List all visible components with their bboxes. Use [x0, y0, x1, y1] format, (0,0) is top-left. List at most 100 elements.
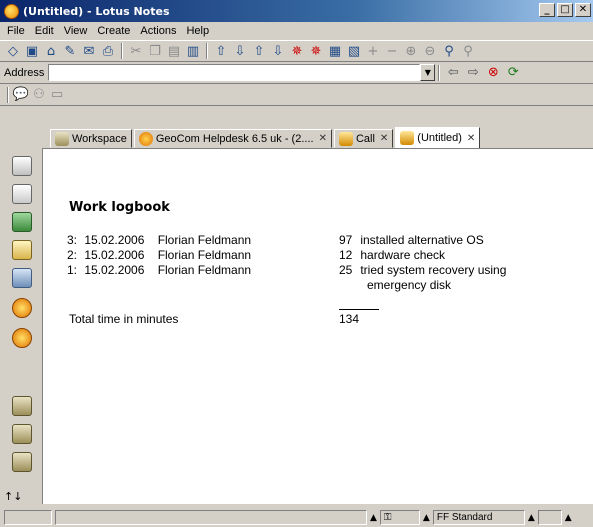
prev-unread-icon[interactable]: ✵	[307, 42, 325, 60]
tab-workspace[interactable]: Workspace	[50, 129, 132, 148]
discussion-icon[interactable]: 💬	[12, 86, 30, 104]
call-icon	[338, 131, 353, 146]
save-icon[interactable]: ▣	[23, 42, 41, 60]
cut-icon[interactable]: ✂	[127, 42, 145, 60]
status-message	[55, 510, 367, 525]
preview-icon[interactable]: ▧	[345, 42, 363, 60]
close-button[interactable]: ✕	[575, 3, 591, 17]
entry-minutes: 25	[339, 263, 353, 277]
chevron-up-icon[interactable]: ▲	[370, 510, 377, 525]
call-icon[interactable]	[12, 328, 32, 348]
status-field[interactable]	[4, 510, 52, 525]
entry-text: hardware check	[360, 248, 446, 262]
page-title: Work logbook	[69, 200, 170, 215]
calendar-icon[interactable]	[12, 184, 32, 204]
total-value: 134	[339, 312, 360, 326]
address-bar: Address ▼ ⇦ ⇨ ⊗ ⟳	[0, 62, 593, 84]
properties-icon[interactable]: ▭	[48, 86, 66, 104]
menu-file[interactable]: File	[2, 25, 30, 37]
font-selector[interactable]: FF Standard	[432, 510, 525, 525]
print-icon[interactable]: ⎙	[99, 42, 117, 60]
address-input[interactable]	[48, 64, 421, 81]
toolbar-separator	[438, 64, 441, 81]
search-icon[interactable]: ⚲	[459, 42, 477, 60]
geocom-icon	[138, 131, 153, 146]
workspace-icon[interactable]	[12, 452, 32, 472]
entry-text: installed alternative OS	[360, 233, 484, 247]
entry-minutes: 97	[339, 233, 353, 247]
window-title: (Untitled) - Lotus Notes	[23, 4, 170, 18]
log-entry: 1: 15.02.2006 Florian Feldmann	[67, 263, 251, 277]
entry-date: 15.02.2006	[84, 233, 145, 247]
close-icon[interactable]: ✕	[467, 133, 475, 144]
tab-call[interactable]: Call ✕	[333, 129, 394, 148]
expand-icon[interactable]: +	[364, 42, 382, 60]
send-icon[interactable]: ✉	[80, 42, 98, 60]
menu-actions[interactable]: Actions	[135, 25, 181, 37]
minimize-button[interactable]: _	[539, 3, 555, 17]
clipboard-icon[interactable]: ▥	[184, 42, 202, 60]
replicator-icon[interactable]	[12, 268, 32, 288]
entry-text: tried system recovery using	[360, 263, 507, 277]
status-bar: ▲ ⚿ ▲ FF Standard ▲ ▲	[0, 508, 593, 527]
open-folder-icon[interactable]: ⌂	[42, 42, 60, 60]
paste-icon[interactable]: ▤	[165, 42, 183, 60]
mail-icon[interactable]	[12, 156, 32, 176]
expand-all-icon[interactable]: ⊕	[402, 42, 420, 60]
entry-detail: 97 installed alternative OS	[339, 233, 484, 247]
toolbar-separator	[121, 43, 123, 59]
tab-label: (Untitled)	[417, 132, 462, 144]
person-icon[interactable]: ⚇	[30, 86, 48, 104]
forward-icon[interactable]: ⇨	[463, 64, 483, 82]
chevron-up-icon[interactable]: ▲	[528, 510, 535, 525]
maximize-button[interactable]: □	[557, 3, 573, 17]
navigate-icon[interactable]: ◇	[4, 42, 22, 60]
main-toolbar: ◇ ▣ ⌂ ✎ ✉ ⎙ ✂ ❐ ▤ ▥ ⇧ ⇩ ⇧ ⇩ ✵ ✵ ▦ ▧ + − …	[0, 40, 593, 62]
tab-geocom-helpdesk[interactable]: GeoCom Helpdesk 6.5 uk - (2.... ✕	[133, 129, 332, 148]
scroll-bookmarks-icon[interactable]: ↑↓	[4, 490, 22, 503]
address-book-icon[interactable]	[12, 212, 32, 232]
favorites-icon[interactable]	[12, 396, 32, 416]
title-bar: (Untitled) - Lotus Notes _ □ ✕	[0, 0, 593, 22]
close-icon[interactable]: ✕	[319, 133, 327, 144]
stop-icon[interactable]: ⊗	[483, 64, 503, 82]
tab-untitled[interactable]: (Untitled) ✕	[395, 127, 481, 148]
chevron-up-icon[interactable]: ▲	[423, 510, 430, 525]
document-pane: Work logbook 3: 15.02.2006 Florian Feldm…	[42, 148, 593, 504]
close-icon[interactable]: ✕	[380, 133, 388, 144]
inbox-icon[interactable]	[537, 510, 562, 525]
menu-edit[interactable]: Edit	[30, 25, 59, 37]
binoculars-icon[interactable]: ⚲	[440, 42, 458, 60]
prev-doc-icon[interactable]: ⇧	[250, 42, 268, 60]
todo-icon[interactable]	[12, 240, 32, 260]
log-entry: 3: 15.02.2006 Florian Feldmann	[67, 233, 251, 247]
next-unread-icon[interactable]: ✵	[288, 42, 306, 60]
entry-index: 3:	[67, 233, 78, 247]
first-doc-icon[interactable]: ⇧	[212, 42, 230, 60]
address-dropdown-icon[interactable]: ▼	[420, 64, 436, 81]
collapse-all-icon[interactable]: ⊖	[421, 42, 439, 60]
view-icon[interactable]: ▦	[326, 42, 344, 60]
last-doc-icon[interactable]: ⇩	[231, 42, 249, 60]
lotus-notes-icon	[4, 3, 19, 19]
menu-view[interactable]: View	[59, 25, 93, 37]
edit-icon[interactable]: ✎	[61, 42, 79, 60]
document-icon	[400, 131, 415, 145]
entry-author: Florian Feldmann	[157, 233, 252, 247]
next-doc-icon[interactable]: ⇩	[269, 42, 287, 60]
chevron-up-icon[interactable]: ▲	[565, 510, 572, 525]
menu-create[interactable]: Create	[92, 25, 135, 37]
databases-icon[interactable]	[12, 424, 32, 444]
copy-icon[interactable]: ❐	[146, 42, 164, 60]
menu-help[interactable]: Help	[181, 25, 214, 37]
location-icon[interactable]: ⚿	[379, 510, 420, 525]
tab-label: Call	[355, 132, 375, 145]
geocom-icon[interactable]	[12, 298, 32, 318]
bookmark-bar	[0, 148, 42, 504]
sum-divider	[339, 309, 379, 310]
log-entry: 2: 15.02.2006 Florian Feldmann	[67, 248, 251, 262]
back-icon[interactable]: ⇦	[443, 64, 463, 82]
entry-date: 15.02.2006	[84, 263, 145, 277]
collapse-icon[interactable]: −	[383, 42, 401, 60]
refresh-icon[interactable]: ⟳	[503, 64, 523, 82]
